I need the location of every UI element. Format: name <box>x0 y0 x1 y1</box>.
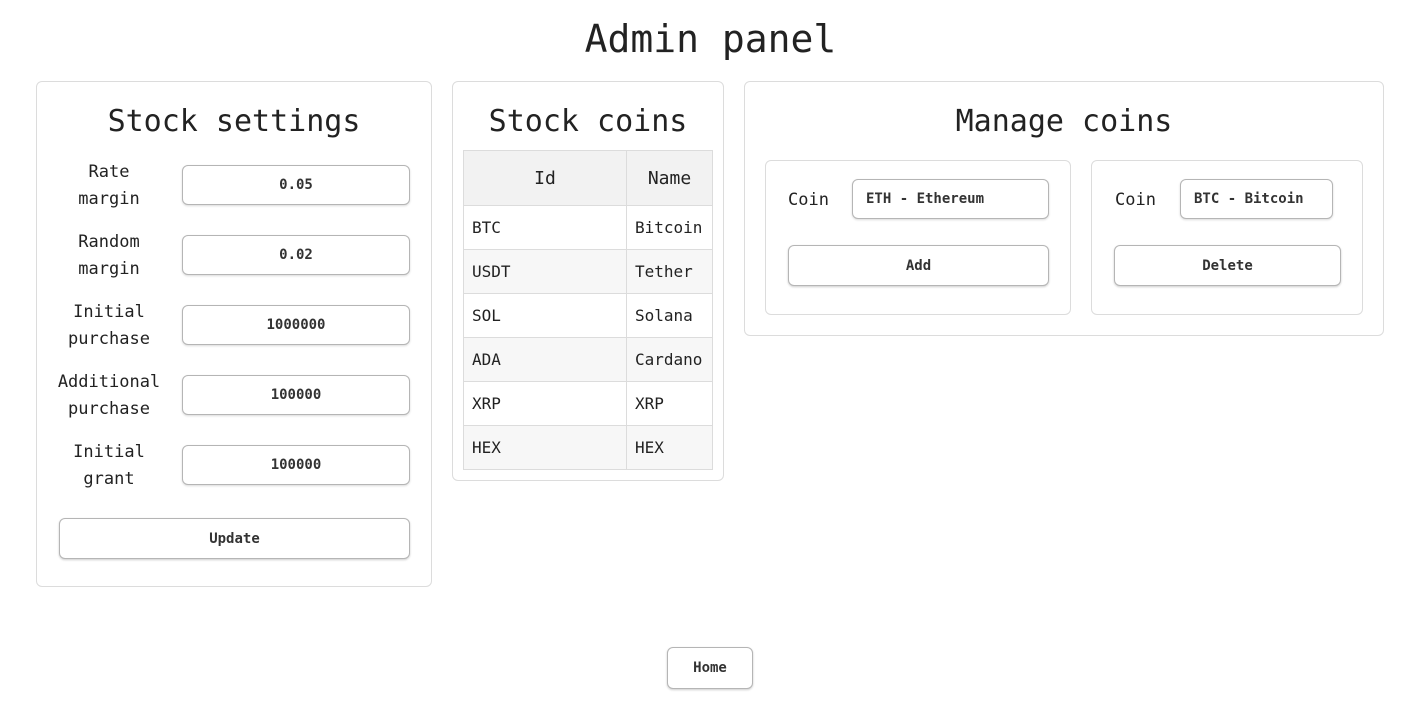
home-button[interactable]: Home <box>667 647 753 689</box>
setting-row-rate-margin: Rate margin <box>37 156 433 216</box>
cell-name: Bitcoin <box>626 205 713 250</box>
page-title: Admin panel <box>584 17 837 61</box>
update-button[interactable]: Update <box>59 518 410 559</box>
table-row: SOL Solana <box>463 293 713 338</box>
setting-label-rate-margin: Rate margin <box>78 162 140 209</box>
add-coin-label: Coin <box>788 190 829 210</box>
cell-name: Solana <box>626 293 713 338</box>
stock-settings-title: Stock settings <box>107 104 361 139</box>
delete-coin-select[interactable]: BTC - Bitcoin <box>1180 179 1333 219</box>
add-coin-button[interactable]: Add <box>788 245 1049 286</box>
table-row: XRP XRP <box>463 381 713 426</box>
table-row: USDT Tether <box>463 249 713 294</box>
cell-name: Tether <box>626 249 713 294</box>
table-row: BTC Bitcoin <box>463 205 713 250</box>
delete-coin-label: Coin <box>1115 190 1156 210</box>
setting-label-initial-purchase: Initial purchase <box>68 302 150 349</box>
cell-id: HEX <box>463 425 627 470</box>
cell-name: XRP <box>626 381 713 426</box>
cell-name: HEX <box>626 425 713 470</box>
column-header-name: Name <box>626 150 713 206</box>
setting-row-additional-purchase: Additional purchase <box>37 366 433 426</box>
setting-label-additional-purchase: Additional purchase <box>57 372 161 419</box>
cell-id: ADA <box>463 337 627 382</box>
delete-coin-selected-value: BTC - Bitcoin <box>1194 191 1304 207</box>
setting-row-random-margin: Random margin <box>37 226 433 286</box>
initial-purchase-input[interactable] <box>182 305 410 345</box>
stock-settings-card: Stock settings Ratemargin Randommargin I… <box>36 81 432 587</box>
cell-id: BTC <box>463 205 627 250</box>
table-header-row: Id Name <box>463 150 713 206</box>
column-header-id: Id <box>463 150 627 206</box>
additional-purchase-input[interactable] <box>182 375 410 415</box>
cell-id: XRP <box>463 381 627 426</box>
manage-coins-title: Manage coins <box>955 104 1173 139</box>
initial-grant-input[interactable] <box>182 445 410 485</box>
stock-coins-card: Stock coins Id Name BTC Bitcoin USDT Tet… <box>452 81 724 481</box>
manage-coins-card: Manage coins Coin ETH - Ethereum Add Coi… <box>744 81 1384 336</box>
table-row: ADA Cardano <box>463 337 713 382</box>
cell-id: SOL <box>463 293 627 338</box>
delete-coin-button[interactable]: Delete <box>1114 245 1341 286</box>
setting-label-initial-grant: Initial grant <box>73 442 145 489</box>
coins-table: Id Name BTC Bitcoin USDT Tether SOL Sola… <box>463 150 713 470</box>
random-margin-input[interactable] <box>182 235 410 275</box>
setting-label-random-margin: Random margin <box>78 232 140 279</box>
setting-row-initial-grant: Initial grant <box>37 436 433 496</box>
cell-id: USDT <box>463 249 627 294</box>
cell-name: Cardano <box>626 337 713 382</box>
setting-row-initial-purchase: Initial purchase <box>37 296 433 356</box>
add-coin-selected-value: ETH - Ethereum <box>866 191 985 207</box>
stock-coins-title: Stock coins <box>488 104 688 139</box>
add-coin-panel: Coin ETH - Ethereum Add <box>765 160 1071 315</box>
add-coin-select[interactable]: ETH - Ethereum <box>852 179 1049 219</box>
table-row: HEX HEX <box>463 425 713 470</box>
delete-coin-panel: Coin BTC - Bitcoin Delete <box>1091 160 1363 315</box>
rate-margin-input[interactable] <box>182 165 410 205</box>
